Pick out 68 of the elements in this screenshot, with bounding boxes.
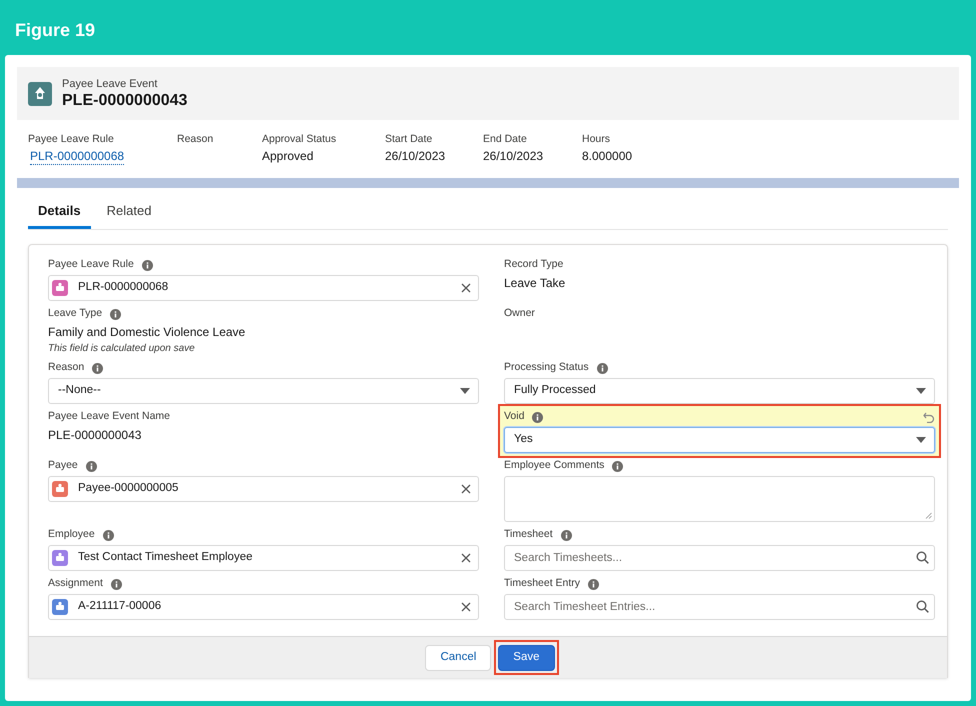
field-label: Assignment xyxy=(48,576,103,592)
tab[interactable]: Related xyxy=(96,195,162,229)
search-field[interactable]: Search Timesheet Entries... xyxy=(504,594,935,620)
field-value: 8.000000 xyxy=(582,149,634,164)
field-value: Family and Domestic Violence Leave xyxy=(48,324,246,340)
field-label: Reason xyxy=(177,133,214,146)
select-field[interactable]: Yes xyxy=(504,427,935,453)
info-icon[interactable] xyxy=(110,578,122,590)
field-label: Approval Status xyxy=(262,133,338,146)
field-label: Record Type xyxy=(504,257,564,272)
info-icon[interactable] xyxy=(588,578,600,590)
field-value: Approved xyxy=(262,149,314,164)
cancel-button[interactable]: Cancel xyxy=(425,644,492,670)
dropdown-caret-icon xyxy=(916,388,926,394)
undo-icon[interactable] xyxy=(923,411,935,423)
lookup-field[interactable]: Payee-0000000005 xyxy=(48,476,479,502)
record-link[interactable]: PLR-0000000068 xyxy=(30,149,124,165)
field-label: Payee xyxy=(48,458,78,474)
record-type-icon xyxy=(28,82,52,106)
select-field[interactable]: Fully Processed xyxy=(504,378,935,404)
field-value: Leave Take xyxy=(504,275,566,291)
save-button[interactable]: Save xyxy=(498,644,555,671)
tab[interactable]: Details xyxy=(28,195,91,229)
search-field[interactable]: Search Timesheets... xyxy=(504,545,935,571)
field-label: Employee xyxy=(48,527,95,542)
select-field[interactable]: --None-- xyxy=(48,378,479,404)
field-label: Payee Leave Event Name xyxy=(48,409,170,424)
field-label: Start Date xyxy=(385,133,434,146)
field-label: Leave Type xyxy=(48,306,102,322)
lookup-field[interactable]: PLR-0000000068 xyxy=(48,275,479,301)
clear-icon[interactable] xyxy=(461,283,471,293)
clear-icon[interactable] xyxy=(461,484,471,494)
figure-title: Figure 19 xyxy=(15,18,96,42)
field-label: Timesheet Entry xyxy=(504,576,580,592)
info-icon[interactable] xyxy=(92,362,104,374)
clear-icon[interactable] xyxy=(461,602,471,612)
field-label: Hours xyxy=(582,133,612,146)
field-label: Payee Leave Rule xyxy=(28,133,115,146)
field-label: Owner xyxy=(504,306,535,322)
info-icon[interactable] xyxy=(532,412,544,422)
info-icon[interactable] xyxy=(612,460,624,472)
field-label: Employee Comments xyxy=(504,458,604,474)
dropdown-caret-icon xyxy=(916,436,926,444)
info-icon[interactable] xyxy=(596,362,608,374)
resize-handle-icon[interactable] xyxy=(925,512,932,519)
field-value: 26/10/2023 xyxy=(385,149,446,164)
lookup-field[interactable]: Test Contact Timesheet Employee xyxy=(48,545,479,571)
info-icon[interactable] xyxy=(102,530,114,540)
clear-icon[interactable] xyxy=(461,553,471,563)
field-label: Processing Status xyxy=(504,360,589,376)
field-value: PLE-0000000043 xyxy=(48,427,142,443)
field-label: Void xyxy=(504,409,524,424)
field-value: 26/10/2023 xyxy=(483,149,544,164)
object-label: Payee Leave Event xyxy=(62,76,158,90)
info-icon[interactable] xyxy=(560,530,572,540)
search-icon[interactable] xyxy=(916,551,929,564)
field-label: End Date xyxy=(483,133,528,146)
search-icon[interactable] xyxy=(916,600,929,613)
info-icon[interactable] xyxy=(86,460,97,472)
lookup-field[interactable]: A-211117-00006 xyxy=(48,594,479,620)
field-label: Reason xyxy=(48,360,84,376)
field-note: This field is calculated upon save xyxy=(48,342,196,355)
info-icon[interactable] xyxy=(110,308,122,320)
info-icon[interactable] xyxy=(142,260,153,270)
field-label: Payee Leave Rule xyxy=(48,257,134,272)
record-name: PLE-0000000043 xyxy=(62,90,188,110)
dropdown-caret-icon xyxy=(460,388,470,394)
field-label: Timesheet xyxy=(504,527,553,542)
